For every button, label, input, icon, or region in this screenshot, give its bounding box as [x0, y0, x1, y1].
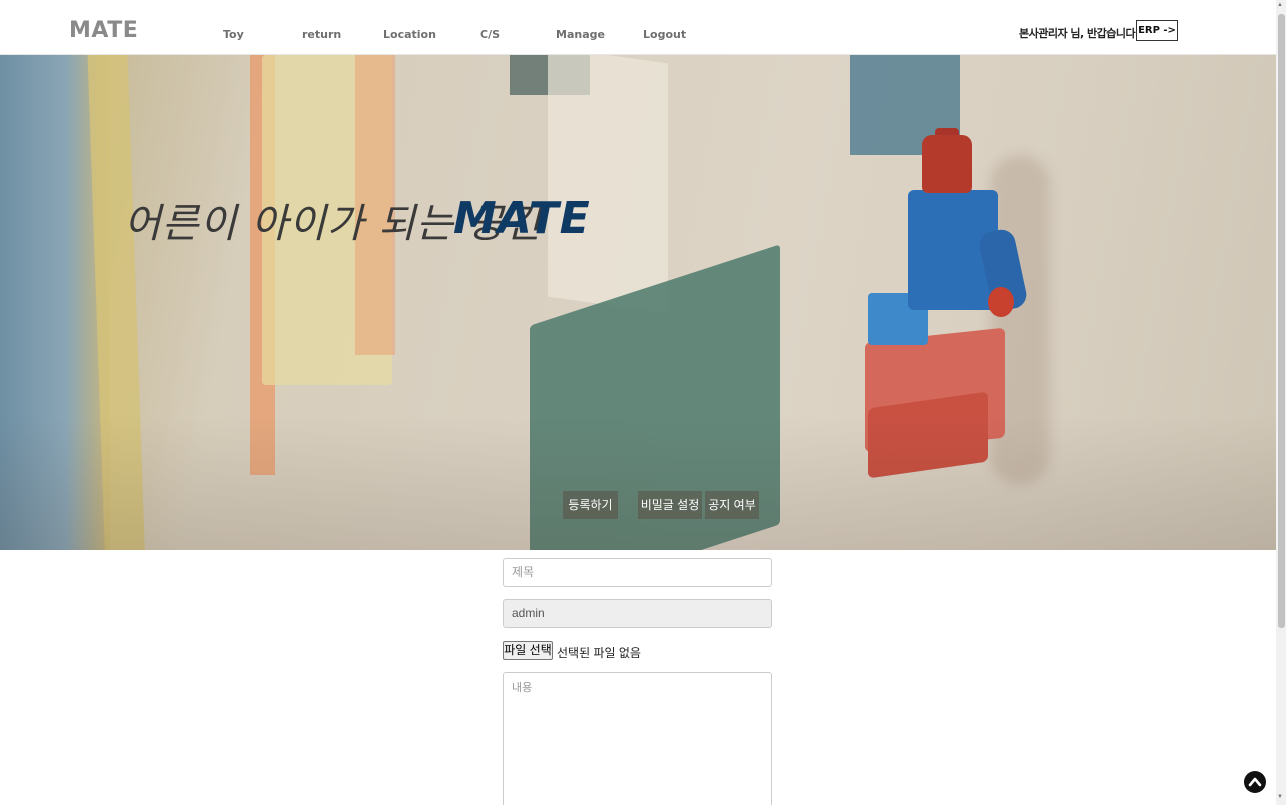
nav-manage[interactable]: Manage	[556, 28, 605, 41]
chevron-up-icon	[1248, 777, 1262, 787]
user-greeting: 본사관리자 님, 반갑습니다.	[1019, 27, 1139, 40]
erp-button[interactable]: ERP ->	[1136, 20, 1178, 41]
nav-return[interactable]: return	[302, 28, 341, 41]
site-logo[interactable]: MATE	[69, 18, 138, 43]
hero-bg-shape	[548, 55, 668, 314]
hero-brand: MATE	[453, 193, 591, 244]
hero-bg-shade	[0, 415, 1276, 550]
scroll-to-top-button[interactable]	[1244, 771, 1266, 793]
nav-logout[interactable]: Logout	[643, 28, 686, 41]
nav-toy[interactable]: Toy	[223, 28, 244, 41]
register-button[interactable]: 등록하기	[563, 491, 618, 519]
secret-post-button[interactable]: 비밀글 설정	[638, 491, 702, 519]
lego-figure-hand	[988, 287, 1014, 317]
content-textarea[interactable]: 내용	[503, 672, 772, 805]
scroll-up-arrow-icon[interactable]: ▲	[1277, 2, 1283, 8]
notice-toggle-button[interactable]: 공지 여부	[705, 491, 759, 519]
nav-cs[interactable]: C/S	[480, 28, 500, 41]
hero-banner: 어른이 아이가 되는 공간 MATE 등록하기 비밀글 설정 공지 여부	[0, 55, 1276, 550]
top-header: MATE Toy return Location C/S Manage Logo…	[0, 0, 1276, 55]
scroll-down-arrow-icon[interactable]: ▼	[1277, 794, 1283, 800]
file-select-button[interactable]: 파일 선택	[503, 641, 553, 660]
writer-field: admin	[503, 599, 772, 628]
nav-location[interactable]: Location	[383, 28, 436, 41]
file-status-text: 선택된 파일 없음	[557, 646, 641, 660]
title-input[interactable]: 제목	[503, 558, 772, 587]
scrollbar-thumb[interactable]	[1278, 14, 1285, 628]
lego-figure-head	[922, 135, 972, 193]
page: MATE Toy return Location C/S Manage Logo…	[0, 0, 1286, 805]
